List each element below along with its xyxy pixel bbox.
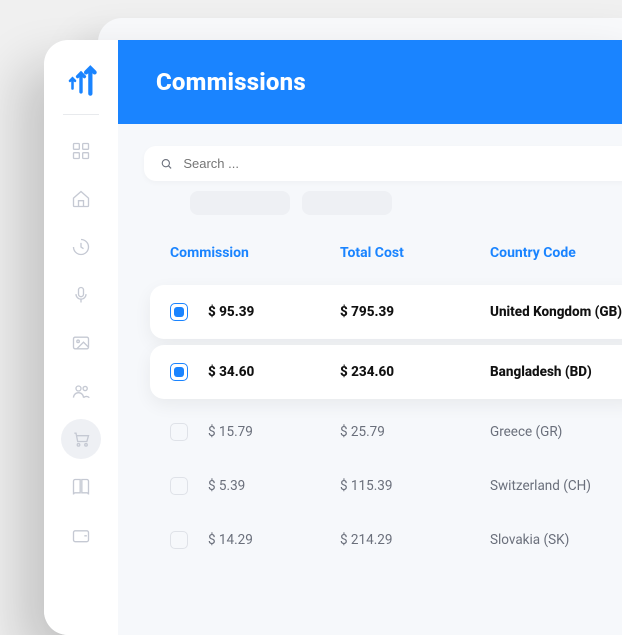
sidebar-item-book[interactable] (61, 467, 101, 507)
wallet-icon (71, 525, 91, 545)
sidebar-item-mic[interactable] (61, 275, 101, 315)
sidebar-item-home[interactable] (61, 179, 101, 219)
grid-icon (71, 141, 91, 161)
sidebar (44, 40, 118, 635)
cell-country: United Kongdom (GB) (490, 304, 622, 320)
page-header: Commissions (118, 40, 622, 124)
cell-commission: $ 15.79 (208, 424, 340, 440)
row-checkbox[interactable] (170, 303, 188, 321)
sidebar-item-wallet[interactable] (61, 515, 101, 555)
main-card: Commissions Commission Total Cost Countr… (44, 40, 622, 635)
cell-country: Bangladesh (BD) (490, 364, 622, 380)
col-header-total-cost[interactable]: Total Cost (340, 245, 490, 261)
users-icon (71, 381, 91, 401)
cell-commission: $ 95.39 (208, 304, 340, 320)
cell-total-cost: $ 214.29 (340, 532, 490, 548)
logo (63, 62, 99, 98)
book-icon (71, 477, 91, 497)
table-row[interactable]: $ 15.79$ 25.79Greece (GR) (144, 405, 622, 459)
cell-commission: $ 5.39 (208, 478, 340, 494)
table-row[interactable]: $ 34.60$ 234.60Bangladesh (BD) (150, 345, 622, 399)
mic-icon (71, 285, 91, 305)
filter-placeholders (144, 191, 622, 215)
content: Commissions Commission Total Cost Countr… (118, 40, 622, 635)
sidebar-item-image[interactable] (61, 323, 101, 363)
search-box[interactable] (144, 146, 622, 181)
panel: Commission Total Cost Country Code $ 95.… (118, 124, 622, 567)
cart-icon (71, 429, 91, 449)
page-title: Commissions (156, 68, 622, 96)
col-header-commission[interactable]: Commission (170, 245, 340, 261)
cell-country: Slovakia (SK) (490, 532, 622, 548)
cell-total-cost: $ 25.79 (340, 424, 490, 440)
sidebar-item-users[interactable] (61, 371, 101, 411)
cell-country: Greece (GR) (490, 424, 622, 440)
placeholder-pill (302, 191, 392, 215)
cell-commission: $ 34.60 (208, 364, 340, 380)
table-row[interactable]: $ 5.39$ 115.39Switzerland (CH) (144, 459, 622, 513)
search-input[interactable] (183, 156, 622, 171)
image-icon (71, 333, 91, 353)
table-body: $ 95.39$ 795.39United Kongdom (GB) $ 34.6… (144, 285, 622, 567)
clock-icon (71, 237, 91, 257)
sidebar-divider (63, 114, 99, 115)
table-header: Commission Total Cost Country Code (144, 245, 622, 279)
cell-total-cost: $ 115.39 (340, 478, 490, 494)
table-row[interactable]: $ 95.39$ 795.39United Kongdom (GB) (150, 285, 622, 339)
sidebar-item-cart[interactable] (61, 419, 101, 459)
col-header-country[interactable]: Country Code (490, 245, 622, 261)
logo-icon (64, 63, 98, 97)
cell-country: Switzerland (CH) (490, 478, 622, 494)
placeholder-pill (190, 191, 290, 215)
sidebar-item-activity[interactable] (61, 227, 101, 267)
row-checkbox[interactable] (170, 531, 188, 549)
row-checkbox[interactable] (170, 423, 188, 441)
search-icon (160, 157, 173, 171)
cell-commission: $ 14.29 (208, 532, 340, 548)
table-row[interactable]: $ 14.29$ 214.29Slovakia (SK) (144, 513, 622, 567)
cell-total-cost: $ 795.39 (340, 304, 490, 320)
row-checkbox[interactable] (170, 363, 188, 381)
home-icon (71, 189, 91, 209)
sidebar-item-dashboard[interactable] (61, 131, 101, 171)
cell-total-cost: $ 234.60 (340, 364, 490, 380)
row-checkbox[interactable] (170, 477, 188, 495)
